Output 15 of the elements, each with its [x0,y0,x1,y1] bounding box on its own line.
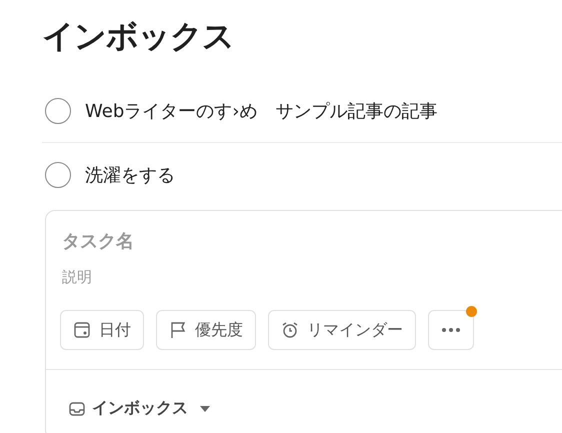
flag-icon [169,321,187,339]
page-title: インボックス [42,16,235,57]
task-title: Webライターのす›め サンプル記事の記事 [85,100,438,122]
date-button[interactable]: 日付 [60,310,144,350]
inbox-icon [68,400,86,418]
alarm-clock-icon [281,321,299,339]
caret-icon [200,406,210,412]
task-checkbox[interactable] [45,98,71,124]
reminder-button[interactable]: リマインダー [268,310,416,350]
calendar-icon [73,321,91,339]
project-selector[interactable]: インボックス [68,398,210,419]
task-title: 洗濯をする [85,164,175,187]
more-icon [441,327,461,333]
task-checkbox[interactable] [45,162,71,188]
priority-button[interactable]: 優先度 [156,310,256,350]
